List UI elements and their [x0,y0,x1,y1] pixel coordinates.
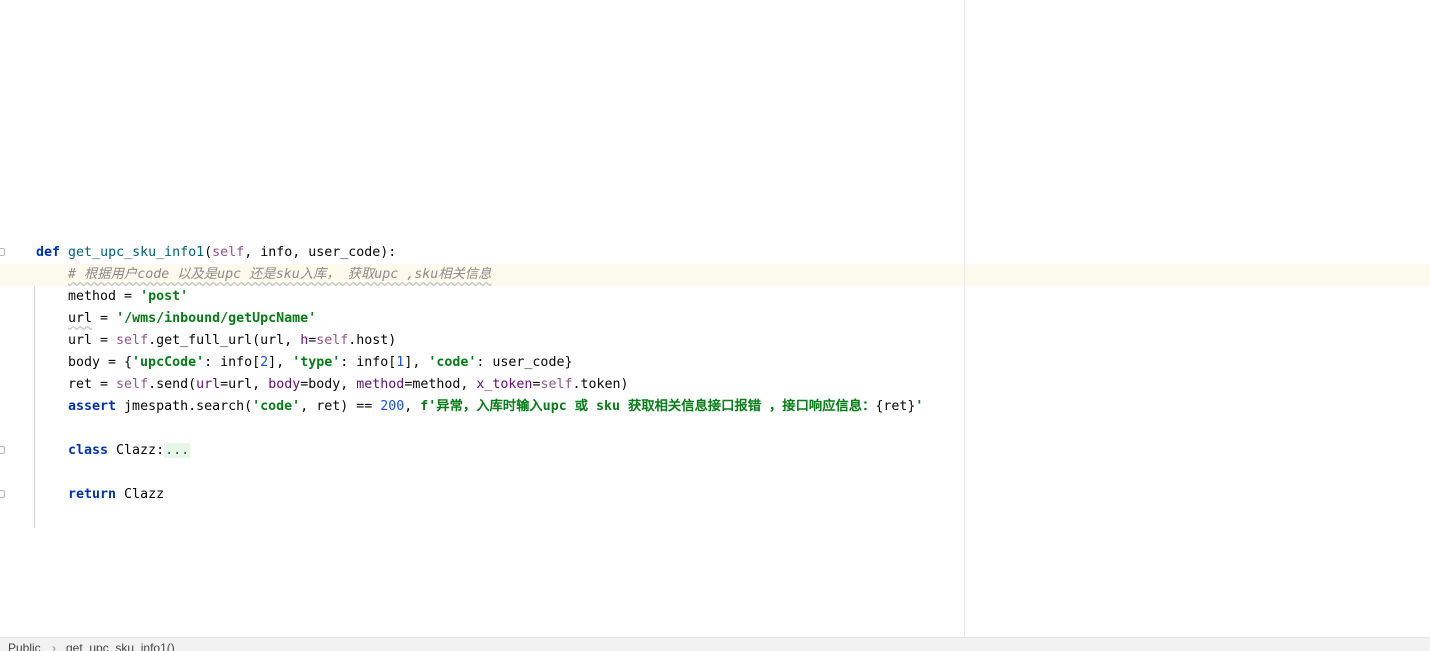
signature-rest: , info, user_code): [244,245,397,260]
folded-code-placeholder[interactable]: ... [164,443,191,458]
code-text: jmespath.search( [116,399,253,414]
code-line-def[interactable]: def get_upc_sku_info1(self, info, user_c… [0,242,1430,264]
fstring-literal: f'异常，入库时输入upc 或 sku 获取相关信息接口报错 ，接口响应信息： [420,399,876,414]
named-arg: x_token [476,377,533,392]
keyword-def: def [36,245,61,260]
var-url: url [68,311,93,326]
assign-op: = [116,289,141,304]
code-text: body = { [68,355,133,370]
code-line-full-url[interactable]: url = self.get_full_url(url, h=self.host… [0,330,1430,352]
code-line-method[interactable]: method = 'post' [0,286,1430,308]
code-text: =url, [220,377,269,392]
keyword-return: return [68,487,117,502]
code-text: .get_full_url(url, [148,333,301,348]
string-post: 'post' [140,289,189,304]
code-comment: # 根据用户code 以及是upc 还是sku入库， 获取upc ,sku相关信… [68,267,492,282]
function-name: get_upc_sku_info1 [68,245,205,260]
right-margin-guide [964,0,965,637]
string-key: 'upcCode' [132,355,205,370]
fold-marker-icon[interactable] [0,490,5,498]
code-text: .token) [572,377,629,392]
code-text: : info[ [340,355,397,370]
assign-op: = [92,311,117,326]
string-quote: ' [915,399,924,414]
var-method: method [68,289,117,304]
code-line-url[interactable]: url = '/wms/inbound/getUpcName' [0,308,1430,330]
named-arg: h [300,333,309,348]
code-text: =method, [404,377,477,392]
code-text: : info[ [204,355,261,370]
code-text: ], [404,355,429,370]
code-text: , ret) == [300,399,381,414]
code-text: Clazz [116,487,165,502]
code-line-assert[interactable]: assert jmespath.search('code', ret) == 2… [0,396,1430,418]
code-line-class[interactable]: class Clazz:... [0,440,1430,462]
self-keyword: self [316,333,349,348]
number-literal: 2 [260,355,269,370]
code-line-comment[interactable]: # 根据用户code 以及是upc 还是sku入库， 获取upc ,sku相关信… [0,264,1430,286]
self-param: self [212,245,245,260]
breadcrumb: Public › get_upc_sku_info1() [0,637,1430,651]
code-text: .host) [348,333,397,348]
code-text: ], [268,355,293,370]
keyword-class: class [68,443,109,458]
self-keyword: self [116,333,149,348]
string-literal: 'code' [252,399,301,414]
code-text: ret = [68,377,117,392]
string-key: 'code' [428,355,477,370]
fstring-expr: {ret} [875,399,916,414]
code-line-body[interactable]: body = {'upcCode': info[2], 'type': info… [0,352,1430,374]
string-url: '/wms/inbound/getUpcName' [116,311,317,326]
code-text: =body, [300,377,357,392]
code-line-ret[interactable]: ret = self.send(url=url, body=body, meth… [0,374,1430,396]
number-literal: 200 [380,399,405,414]
code-text: , [404,399,421,414]
fold-marker-icon[interactable] [0,248,5,256]
class-name: Clazz: [108,443,165,458]
code-text: .send( [148,377,197,392]
code-text: : user_code} [476,355,573,370]
fold-marker-icon[interactable] [0,446,5,454]
code-line-return[interactable]: return Clazz [0,484,1430,506]
named-arg: url [196,377,221,392]
self-keyword: self [540,377,573,392]
named-arg: body [268,377,301,392]
self-keyword: self [116,377,149,392]
code-editor[interactable]: def get_upc_sku_info1(self, info, user_c… [0,0,1430,637]
named-arg: method [356,377,405,392]
code-text: url = [68,333,117,348]
keyword-assert: assert [68,399,117,414]
string-key: 'type' [292,355,341,370]
